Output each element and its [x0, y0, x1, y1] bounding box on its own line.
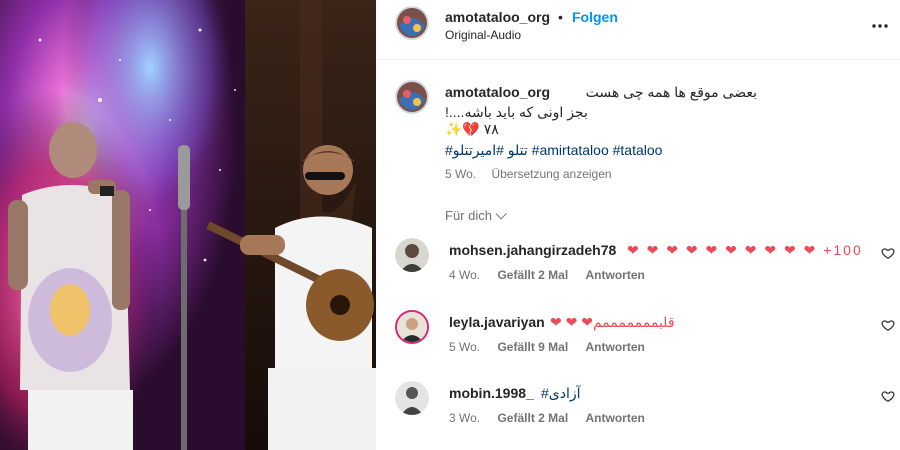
caption-avatar[interactable]	[395, 80, 429, 114]
comment-likes[interactable]: Gefällt 9 Mal	[497, 340, 568, 354]
concert-video-frame	[0, 0, 376, 450]
comment-username[interactable]: leyla.javariyan	[449, 314, 545, 330]
author-username[interactable]: amotataloo_org	[445, 9, 550, 25]
commenter-avatar[interactable]	[395, 310, 429, 344]
post-header: amotataloo_org • Folgen Original-Audio	[376, 0, 900, 56]
comment-likes[interactable]: Gefällt 2 Mal	[497, 411, 568, 425]
translate-button[interactable]: Übersetzung anzeigen	[491, 167, 611, 181]
reply-button[interactable]: Antworten	[586, 340, 645, 354]
reply-button[interactable]: Antworten	[586, 411, 645, 425]
heart-icon[interactable]	[881, 246, 895, 260]
commenter-avatar[interactable]	[395, 381, 429, 415]
comment-likes[interactable]: Gefällt 2 Mal	[497, 268, 568, 282]
separator-dot: •	[558, 9, 563, 25]
comment-item: mohsen.jahangirzadeh78 ❤ ❤ ❤ ❤ ❤ ❤ ❤ ❤ ❤…	[376, 238, 900, 300]
caption-meta: 5 Wo. Übersetzung anzeigen	[445, 167, 624, 181]
comment-item: leyla.javariyan ❤ ❤ ❤قلبمممممممم 5 Wo. G…	[376, 310, 900, 372]
comment-filter-dropdown[interactable]: Für dich	[445, 208, 507, 223]
post-details-panel: amotataloo_org • Folgen Original-Audio a…	[376, 0, 900, 450]
comment-meta: 3 Wo. Gefällt 2 Mal Antworten	[449, 411, 659, 425]
audio-label[interactable]: Original-Audio	[445, 28, 521, 42]
comment-meta: 5 Wo. Gefällt 9 Mal Antworten	[449, 340, 659, 354]
more-horizontal-icon[interactable]	[870, 16, 890, 36]
comment-age: 4 Wo.	[449, 268, 481, 282]
heart-icon[interactable]	[881, 389, 895, 403]
comment-username[interactable]: mohsen.jahangirzadeh78	[449, 242, 616, 258]
commenter-avatar[interactable]	[395, 238, 429, 272]
comment-username[interactable]: mobin.1998_	[449, 385, 534, 401]
post-video[interactable]	[0, 0, 376, 450]
caption-text-line1: بعضی موقع ها همه چی هست	[585, 84, 757, 100]
author-avatar[interactable]	[395, 6, 429, 40]
follow-button[interactable]: Folgen	[572, 9, 618, 25]
caption-username[interactable]: amotataloo_org	[445, 84, 550, 100]
comment-meta: 4 Wo. Gefällt 2 Mal Antworten	[449, 268, 659, 282]
heart-icon[interactable]	[881, 318, 895, 332]
caption-text-line2: بجز اونی که باید باشه....!۷۸ 💔✨	[445, 104, 588, 137]
caption-hashtags[interactable]: #تتلو #امیرتتلو #amirtataloo #tataloo	[445, 142, 662, 159]
comment-text[interactable]: #آزادی	[541, 385, 581, 402]
chevron-down-icon	[495, 208, 507, 220]
comment-item: mobin.1998_ #آزادی 3 Wo. Gefällt 2 Mal A…	[376, 381, 900, 443]
header-divider	[376, 59, 900, 60]
reply-button[interactable]: Antworten	[586, 268, 645, 282]
caption-age: 5 Wo.	[445, 167, 477, 181]
comment-age: 3 Wo.	[449, 411, 481, 425]
comment-age: 5 Wo.	[449, 340, 481, 354]
comment-text: ❤ ❤ ❤ ❤ ❤ ❤ ❤ ❤ ❤ ❤ +100	[627, 242, 863, 258]
comment-filter-label: Für dich	[445, 208, 492, 223]
comment-text: ❤ ❤ ❤قلبمممممممم	[550, 314, 675, 330]
